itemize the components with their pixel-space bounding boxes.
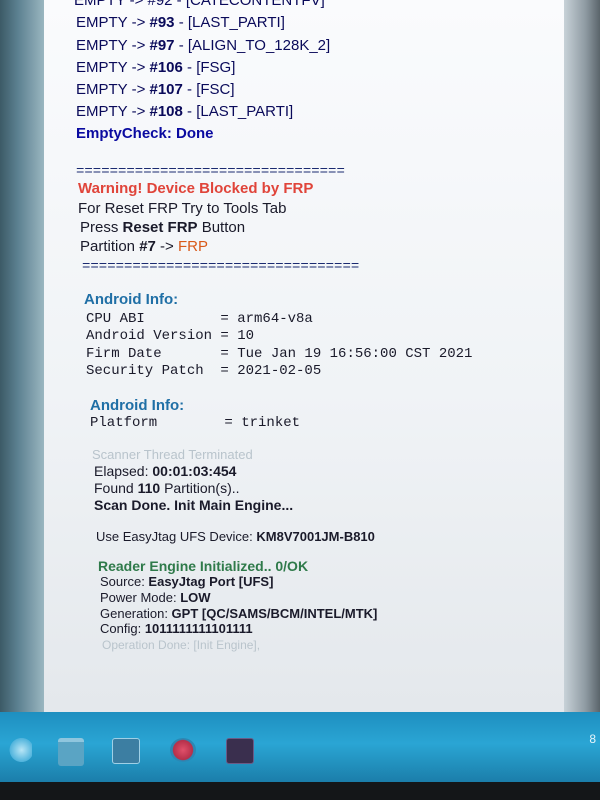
separator: ================================ — [76, 164, 345, 180]
mail-icon[interactable] — [112, 738, 140, 764]
log-output-panel[interactable]: EMPTY -> #92 - [CATECONTENTFV] EMPTY -> … — [44, 0, 564, 712]
elapsed-time: Elapsed: 00:01:03:454 — [94, 463, 237, 479]
use-device: Use EasyJtag UFS Device: KM8V7001JM-B810 — [96, 529, 375, 544]
info-row: Android Version = 10 — [86, 328, 255, 344]
frp-partition: Partition #7 -> FRP — [80, 238, 208, 255]
media-icon[interactable] — [170, 738, 196, 762]
log-line-empty: EMPTY -> #106 - [FSG] — [76, 59, 236, 76]
log-line-empty: EMPTY -> #93 - [LAST_PARTI] — [76, 14, 285, 31]
file-explorer-icon[interactable] — [58, 738, 84, 766]
frp-warning: Warning! Device Blocked by FRP — [78, 180, 314, 197]
android-info-title: Android Info: — [84, 291, 179, 308]
info-row: Firm Date = Tue Jan 19 16:56:00 CST 2021 — [86, 346, 473, 362]
info-row: Security Patch = 2021-02-05 — [86, 363, 322, 379]
windows-icon[interactable] — [6, 738, 32, 762]
log-line-cut: EMPTY -> #92 - [CATECONTENTFV] — [74, 0, 325, 9]
info-row-platform: Platform = trinket — [90, 415, 301, 431]
app-icon[interactable] — [226, 738, 254, 764]
info-row: CPU ABI = arm64-v8a — [86, 311, 313, 327]
log-line-empty: EMPTY -> #107 - [FSC] — [76, 81, 235, 98]
separator: ================================= — [82, 259, 360, 275]
monitor-frame-right — [564, 0, 600, 712]
reset-hint: For Reset FRP Try to Tools Tab — [78, 200, 287, 217]
monitor-frame-left — [0, 0, 44, 712]
log-line-empty: EMPTY -> #97 - [ALIGN_TO_128K_2] — [76, 37, 331, 54]
operation-done: Operation Done: [Init Engine], — [102, 638, 261, 652]
android-info-title: Android Info: — [90, 397, 185, 414]
taskbar-clock[interactable]: 8 — [589, 732, 596, 746]
monitor-bezel — [0, 782, 600, 800]
log-line-empty: EMPTY -> #108 - [LAST_PARTI] — [76, 103, 294, 120]
press-reset-hint: Press Reset FRP Button — [80, 219, 246, 236]
empty-check-status: EmptyCheck: Done — [76, 125, 214, 142]
scan-done: Scan Done. Init Main Engine... — [94, 497, 294, 513]
taskbar: 8 — [0, 712, 600, 782]
found-partitions: Found 110 Partition(s).. — [94, 480, 240, 496]
